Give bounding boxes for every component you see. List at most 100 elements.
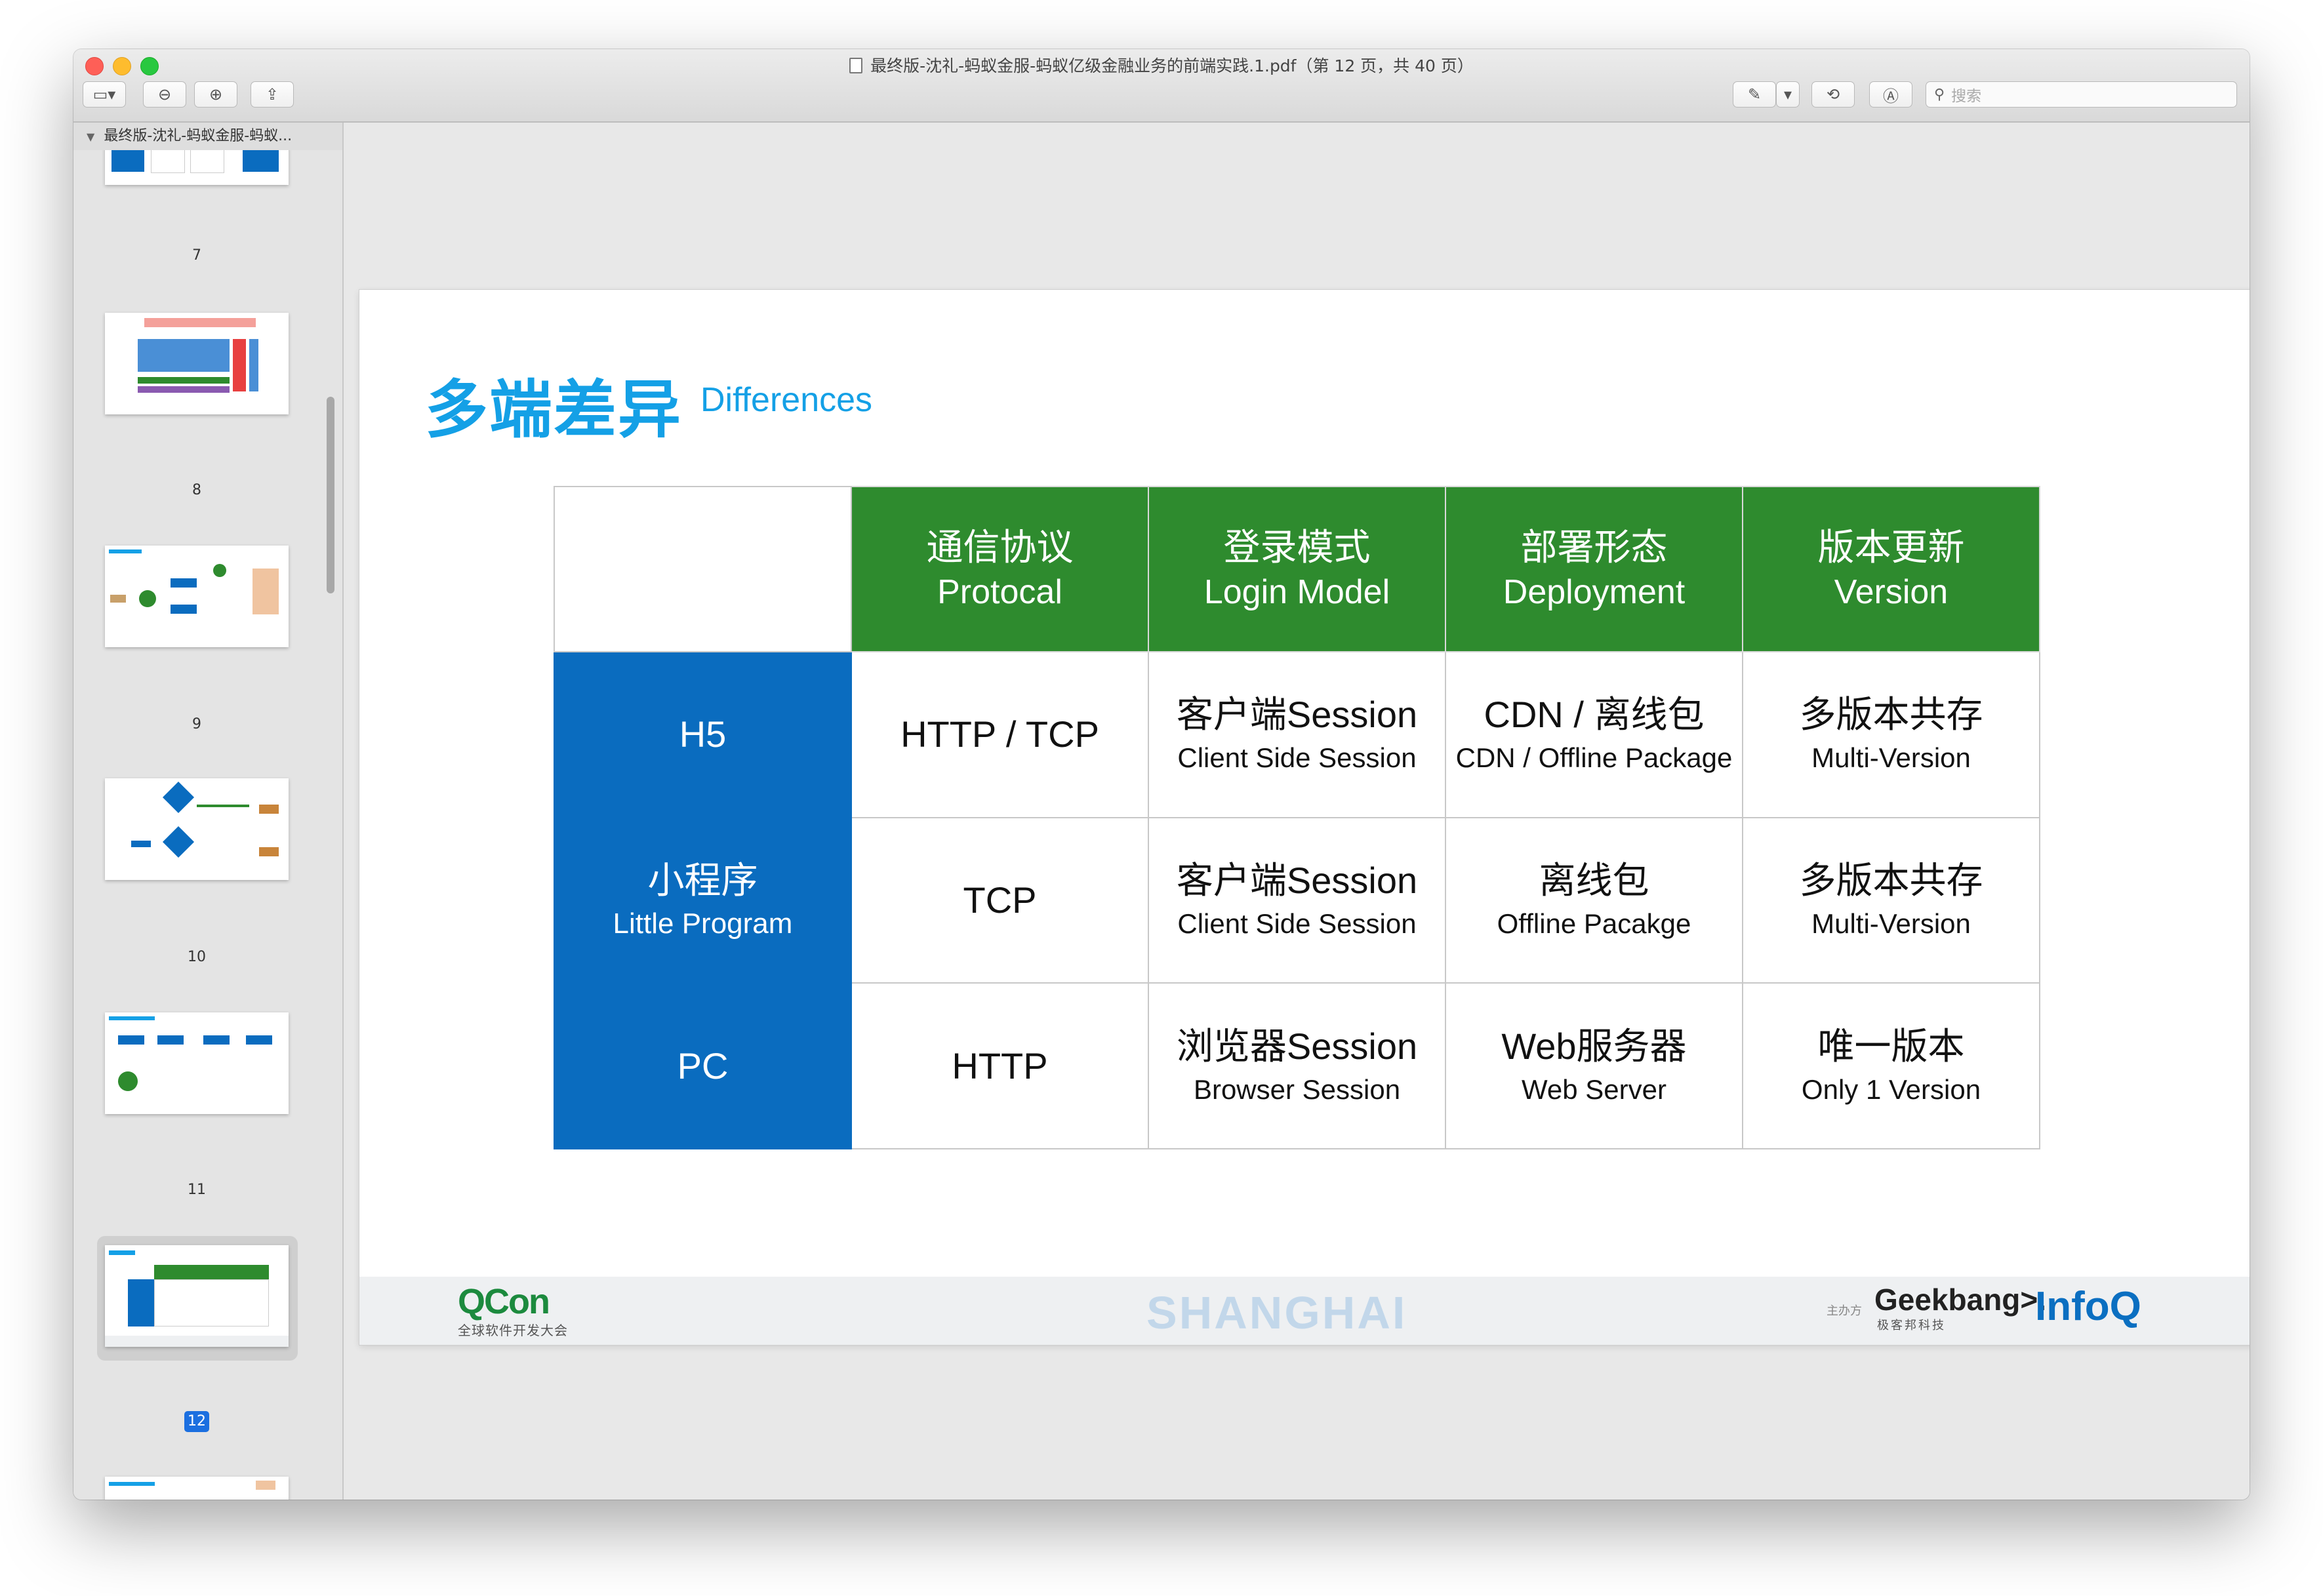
cell-sub: Client Side Session [1177, 742, 1417, 774]
header-login-model: 登录模式 Login Model [1148, 486, 1446, 652]
sidebar-scrollbar[interactable] [327, 397, 334, 593]
page-thumbnail-8[interactable] [105, 313, 289, 414]
page-number-10: 10 [188, 949, 206, 965]
zoom-out-icon: ⊖ [157, 85, 172, 104]
row-head-pc: PC [554, 982, 852, 1149]
page-number-9: 9 [192, 716, 201, 732]
geekbang-logo-text: Geekbang>. [1874, 1283, 2047, 1317]
table-corner-cell [554, 486, 852, 652]
page-thumbnail-12[interactable] [105, 1245, 289, 1347]
cell-sub: Offline Pacakge [1497, 908, 1691, 939]
city-label: SHANGHAI [1146, 1287, 1407, 1338]
row-head-main: PC [677, 1045, 729, 1087]
annotate-icon: Ⓐ [1883, 87, 1899, 106]
header-en: Login Model [1203, 573, 1390, 611]
window-title-text: 最终版-沈礼-蚂蚁金服-蚂蚁亿级金融业务的前端实践.1.pdf（第 12 页，共… [870, 56, 1474, 75]
disclosure-triangle-icon[interactable]: ▼ [87, 130, 94, 143]
page-thumbnail-10[interactable] [105, 778, 289, 880]
slide-title: 多端差异 [425, 373, 682, 447]
cell-main: 离线包 [1539, 859, 1649, 901]
header-protocol: 通信协议 Protocal [851, 486, 1149, 652]
table-cell: CDN / 离线包 CDN / Offline Package [1445, 651, 1743, 818]
cell-sub: Browser Session [1193, 1073, 1401, 1105]
pen-icon: ✎ [1747, 85, 1762, 104]
rotate-icon: ⟲ [1826, 85, 1840, 104]
slide-subtitle: Differences [700, 381, 873, 419]
row-head-h5: H5 [554, 651, 852, 818]
document-viewer[interactable]: 多端差异 Differences 通信协议 Protocal 登录模式 Logi… [344, 123, 2250, 1500]
table-cell: 客户端Session Client Side Session [1148, 816, 1446, 984]
header-cn: 登录模式 [1223, 527, 1371, 568]
sidebar-document-label: 最终版-沈礼-蚂蚁金服-蚂蚁... [104, 128, 293, 144]
header-cn: 版本更新 [1817, 527, 1965, 568]
markup-button[interactable]: ✎ [1733, 81, 1776, 108]
table-row-pc: PC HTTP 浏览器Session Browser Session Web服务… [554, 982, 2040, 1149]
search-icon: ⚲ [1934, 86, 1945, 103]
share-button[interactable]: ⇪ [251, 81, 294, 108]
preview-window: 最终版-沈礼-蚂蚁金服-蚂蚁亿级金融业务的前端实践.1.pdf（第 12 页，共… [73, 49, 2250, 1500]
markup-dropdown-button[interactable]: ▾ [1776, 81, 1800, 108]
page-number-12: 12 [184, 1411, 209, 1432]
table-row-little-program: 小程序 Little Program TCP 客户端Session Client… [554, 816, 2040, 984]
cell-main: HTTP / TCP [900, 713, 1099, 755]
cell-main: CDN / 离线包 [1484, 694, 1705, 736]
cell-main: 客户端Session [1176, 694, 1418, 736]
header-version: 版本更新 Version [1742, 486, 2040, 652]
row-head-little-program: 小程序 Little Program [554, 816, 852, 984]
cell-sub: Web Server [1522, 1073, 1667, 1105]
geekbang-logo: Geekbang>. 极客邦科技 [1874, 1283, 2046, 1333]
table-header-row: 通信协议 Protocal 登录模式 Login Model 部署形态 Depl… [554, 486, 2040, 652]
search-input[interactable]: ⚲ 搜索 [1926, 81, 2237, 108]
cell-sub: Client Side Session [1177, 908, 1417, 939]
page-thumbnail-13[interactable] [105, 1477, 289, 1500]
header-en: Version [1834, 573, 1949, 611]
cell-main: Web服务器 [1501, 1025, 1687, 1067]
cell-sub: Only 1 Version [1801, 1073, 1981, 1105]
sidebar-document-header[interactable]: ▼ 最终版-沈礼-蚂蚁金服-蚂蚁... [73, 123, 342, 150]
pdf-document-icon [849, 58, 863, 73]
zoom-out-button[interactable]: ⊖ [143, 81, 186, 108]
header-cn: 通信协议 [926, 527, 1074, 568]
organizer-label: 主办方 [1827, 1304, 1862, 1318]
differences-table: 通信协议 Protocal 登录模式 Login Model 部署形态 Depl… [554, 486, 2040, 1149]
slide-page: 多端差异 Differences 通信协议 Protocal 登录模式 Logi… [359, 290, 2250, 1345]
sidebar-icon: ▭▾ [92, 85, 116, 104]
table-cell: 多版本共存 Multi-Version [1742, 651, 2040, 818]
header-en: Deployment [1503, 573, 1686, 611]
cell-sub: CDN / Offline Package [1455, 742, 1733, 774]
rotate-button[interactable]: ⟲ [1811, 81, 1855, 108]
table-cell: HTTP [851, 982, 1149, 1149]
table-cell: 唯一版本 Only 1 Version [1742, 982, 2040, 1149]
window-title: 最终版-沈礼-蚂蚁金服-蚂蚁亿级金融业务的前端实践.1.pdf（第 12 页，共… [73, 53, 2250, 77]
cell-main: HTTP [952, 1045, 1048, 1087]
page-thumbnail-9[interactable] [105, 546, 289, 647]
zoom-in-icon: ⊕ [209, 85, 223, 104]
cell-sub: Multi-Version [1811, 742, 1971, 774]
table-row-h5: H5 HTTP / TCP 客户端Session Client Side Ses… [554, 651, 2040, 818]
table-cell: TCP [851, 816, 1149, 984]
cell-main: TCP [963, 879, 1037, 921]
header-en: Protocal [937, 573, 1062, 611]
cell-main: 多版本共存 [1799, 694, 1983, 736]
table-cell: 客户端Session Client Side Session [1148, 651, 1446, 818]
qcon-caption: 全球软件开发大会 [458, 1323, 568, 1338]
geekbang-caption: 极客邦科技 [1877, 1319, 1946, 1332]
cell-main: 客户端Session [1176, 859, 1418, 901]
sidebar-toggle-button[interactable]: ▭▾ [83, 81, 126, 108]
row-head-sub: Little Program [613, 907, 793, 940]
page-thumbnail-11[interactable] [105, 1012, 289, 1114]
table-cell: 多版本共存 Multi-Version [1742, 816, 2040, 984]
zoom-in-button[interactable]: ⊕ [194, 81, 237, 108]
page-number-8: 8 [192, 482, 201, 498]
table-cell: Web服务器 Web Server [1445, 982, 1743, 1149]
thumbnail-sidebar[interactable]: ▼ 最终版-沈礼-蚂蚁金服-蚂蚁... 7 8 9 10 11 12 [73, 123, 344, 1500]
row-head-main: 小程序 [647, 859, 758, 901]
annotate-button[interactable]: Ⓐ [1869, 81, 1912, 108]
page-number-7: 7 [192, 247, 201, 264]
page-number-11: 11 [188, 1182, 206, 1198]
header-cn: 部署形态 [1520, 527, 1668, 568]
qcon-logo: QCon 全球软件开发大会 [458, 1283, 568, 1339]
search-placeholder: 搜索 [1951, 88, 1982, 105]
cell-sub: Multi-Version [1811, 908, 1971, 939]
chevron-down-icon: ▾ [1783, 85, 1792, 104]
